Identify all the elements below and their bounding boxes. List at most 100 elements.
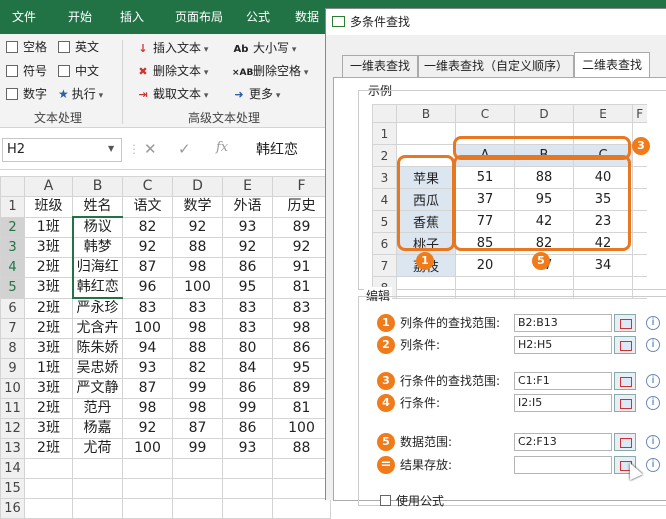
cell[interactable]: 83 [172, 297, 223, 319]
cell[interactable] [222, 498, 273, 519]
col-range-input[interactable]: B2:B13 [514, 314, 612, 332]
range-picker-button[interactable] [614, 394, 636, 412]
cell[interactable]: 82 [172, 358, 223, 379]
cell[interactable]: 86 [222, 418, 273, 439]
row-header[interactable]: 13 [0, 438, 25, 459]
cell[interactable]: 88 [272, 438, 331, 459]
col-condition-input[interactable]: H2:H5 [514, 336, 612, 354]
cell[interactable]: 81 [272, 398, 331, 419]
remove-space-button[interactable]: ×AB删除空格 ▾ [232, 61, 308, 81]
cell[interactable]: 86 [222, 378, 273, 399]
cell[interactable]: 98 [272, 318, 331, 339]
row-header[interactable]: 2 [0, 216, 25, 238]
cell[interactable]: 83 [222, 297, 273, 319]
range-picker-button[interactable] [614, 372, 636, 390]
cell[interactable]: 93 [222, 216, 273, 238]
info-icon[interactable]: i [646, 338, 660, 352]
cell[interactable]: 92 [272, 237, 331, 258]
cell[interactable]: 86 [272, 338, 331, 359]
cell[interactable] [222, 458, 273, 479]
tab-home[interactable]: 开始 [56, 0, 104, 34]
cell[interactable]: 89 [272, 378, 331, 399]
cell[interactable]: 杨嘉 [72, 418, 123, 439]
cell[interactable]: 3班 [24, 378, 73, 399]
use-formula-option[interactable]: 使用公式 [380, 492, 444, 509]
cell[interactable]: 83 [222, 318, 273, 339]
delete-text-button[interactable]: ✖ 删除文本 ▾ [136, 61, 208, 81]
row-header[interactable]: 15 [0, 478, 25, 499]
confirm-icon[interactable]: ✓ [178, 140, 191, 158]
cell[interactable]: 84 [222, 358, 273, 379]
cell[interactable] [272, 498, 331, 519]
cell[interactable]: 归海红 [71, 257, 123, 278]
cell[interactable]: 3班 [24, 338, 73, 359]
row-header[interactable]: 9 [0, 358, 25, 379]
row-header[interactable]: 3 [0, 237, 25, 258]
cell[interactable] [272, 458, 331, 479]
cell[interactable]: 83 [272, 297, 331, 319]
cell[interactable] [222, 478, 273, 499]
cell[interactable]: 杨议 [71, 216, 123, 238]
info-icon[interactable]: i [646, 316, 660, 330]
cell[interactable] [72, 478, 123, 499]
row-header[interactable]: 12 [0, 418, 25, 439]
cell[interactable]: 98 [122, 398, 173, 419]
cell[interactable]: 92 [122, 418, 173, 439]
row-range-input[interactable]: C1:F1 [514, 372, 612, 390]
cell[interactable]: 严永珍 [72, 297, 123, 319]
cell[interactable]: 88 [172, 338, 223, 359]
column-header[interactable]: C [122, 176, 173, 197]
tab-one-dim-lookup[interactable]: 一维表查找 [342, 55, 418, 77]
column-header[interactable]: D [172, 176, 223, 197]
cell[interactable]: 1班 [24, 216, 73, 238]
cell[interactable]: 2班 [24, 297, 73, 319]
cell[interactable] [24, 478, 73, 499]
cell[interactable]: 91 [272, 257, 331, 278]
cell[interactable]: 100 [272, 418, 331, 439]
cell[interactable]: 99 [172, 378, 223, 399]
cell[interactable]: 3班 [24, 418, 73, 439]
cell[interactable] [122, 498, 173, 519]
info-icon[interactable]: i [646, 396, 660, 410]
tab-page-layout[interactable]: 页面布局 [162, 0, 236, 34]
tab-data[interactable]: 数据 [284, 0, 330, 34]
cell[interactable] [24, 458, 73, 479]
checkbox-space[interactable]: 空格 [6, 38, 47, 56]
cell[interactable]: 86 [222, 257, 273, 278]
data-range-input[interactable]: C2:F13 [514, 433, 612, 451]
checkbox-chinese[interactable]: 中文 [58, 62, 99, 80]
cell[interactable]: 历史 [272, 196, 331, 218]
cell[interactable]: 88 [172, 237, 223, 258]
cell[interactable] [24, 498, 73, 519]
cell[interactable]: 外语 [222, 196, 273, 218]
cell[interactable]: 94 [122, 338, 173, 359]
cell[interactable]: 吴忠娇 [72, 358, 123, 379]
cell[interactable]: 2班 [24, 438, 73, 459]
cell[interactable]: 尤荷 [72, 438, 123, 459]
cell[interactable]: 93 [222, 438, 273, 459]
cell[interactable]: 范丹 [72, 398, 123, 419]
row-header[interactable]: 16 [0, 498, 25, 519]
info-icon[interactable]: i [646, 374, 660, 388]
cell[interactable]: 81 [272, 277, 331, 299]
row-header[interactable]: 4 [0, 257, 25, 278]
row-header[interactable]: 1 [0, 196, 25, 218]
cell[interactable]: 2班 [24, 398, 73, 419]
cell[interactable]: 99 [172, 438, 223, 459]
cell[interactable]: 语文 [122, 196, 173, 218]
formula-input[interactable]: 韩红恋 [256, 138, 298, 162]
row-header[interactable]: 14 [0, 458, 25, 479]
execute-button[interactable]: ★ 执行 ▾ [58, 85, 103, 103]
cell[interactable]: 92 [172, 216, 223, 238]
cell[interactable] [172, 498, 223, 519]
cell[interactable] [172, 478, 223, 499]
cell[interactable]: 99 [222, 398, 273, 419]
cell[interactable] [72, 458, 123, 479]
cell[interactable]: 3班 [24, 277, 73, 299]
cell[interactable]: 严文静 [72, 378, 123, 399]
cell[interactable]: 数学 [172, 196, 223, 218]
cell[interactable]: 韩红恋 [71, 277, 123, 299]
checkbox-symbol[interactable]: 符号 [6, 62, 47, 80]
column-header[interactable]: A [24, 176, 73, 197]
more-button[interactable]: ➜ 更多 ▾ [232, 84, 280, 104]
